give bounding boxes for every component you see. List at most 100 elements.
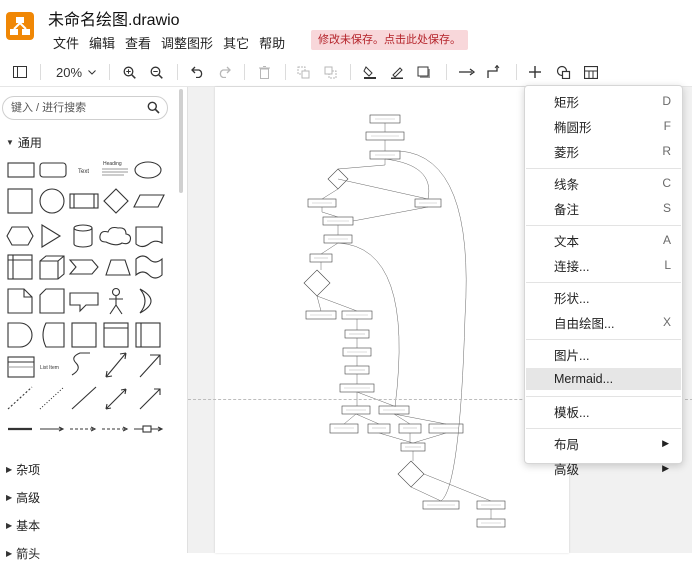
flow-node[interactable] (476, 500, 506, 510)
menu-item-椭圆形[interactable]: 椭圆形 F (526, 115, 681, 137)
shape-dotted-line[interactable] (39, 386, 65, 410)
fill-color-icon[interactable] (361, 58, 379, 86)
flow-node[interactable] (428, 423, 464, 434)
delete-icon[interactable] (255, 58, 273, 86)
unsaved-changes-button[interactable]: 修改未保存。点击此处保存。 (311, 30, 468, 50)
menu-item-连接[interactable]: 连接... L (526, 254, 681, 276)
flow-node[interactable] (341, 310, 373, 320)
shape-connector-with-label[interactable] (134, 425, 164, 433)
section-arrows[interactable]: ▶ 箭头 (6, 545, 40, 562)
flow-node[interactable] (341, 405, 371, 415)
zoom-dropdown[interactable]: 20% (52, 58, 100, 86)
flow-node[interactable] (398, 423, 422, 434)
shape-list[interactable] (7, 356, 35, 378)
menu-arrange[interactable]: 调整图形 (156, 31, 218, 54)
menu-edit[interactable]: 编辑 (84, 31, 120, 54)
shape-square-2[interactable] (71, 322, 97, 348)
to-back-icon[interactable] (321, 58, 339, 86)
flow-node[interactable] (342, 347, 372, 357)
shapes-icon[interactable] (554, 58, 572, 86)
section-advanced[interactable]: ▶ 高级 (6, 489, 40, 506)
shape-dashed-arrow[interactable] (70, 426, 97, 432)
menu-item-模板[interactable]: 模板... (526, 400, 681, 422)
flow-node[interactable] (378, 405, 410, 415)
shape-swimlane[interactable] (135, 322, 161, 348)
shape-step[interactable] (68, 259, 99, 275)
redo-icon[interactable] (215, 58, 233, 86)
menu-item-备注[interactable]: 备注 S (526, 197, 681, 219)
flow-node[interactable] (369, 150, 401, 160)
shape-bidirectional-arrow[interactable] (105, 352, 127, 378)
shape-ellipse[interactable] (134, 161, 162, 179)
flow-node[interactable] (329, 423, 359, 434)
shape-rounded-rectangle[interactable] (39, 162, 67, 178)
shape-square[interactable] (7, 188, 33, 214)
shape-callout[interactable] (69, 292, 99, 313)
menu-view[interactable]: 查看 (120, 31, 156, 54)
shape-internal-storage[interactable] (7, 254, 33, 280)
shape-process[interactable] (69, 193, 99, 209)
shape-delay[interactable] (7, 322, 33, 348)
menu-item-自由绘图[interactable]: 自由绘图... X (526, 311, 681, 333)
shape-document[interactable] (135, 226, 163, 248)
menu-file[interactable]: 文件 (48, 31, 84, 54)
diagram-page[interactable] (215, 87, 569, 553)
menu-item-菱形[interactable]: 菱形 R (526, 140, 681, 162)
shape-or[interactable] (139, 288, 152, 314)
menu-item-图片[interactable]: 图片... (526, 343, 681, 365)
shape-line[interactable] (71, 386, 97, 410)
shape-card[interactable] (39, 288, 65, 314)
shape-bidirectional-connector[interactable] (105, 388, 127, 410)
flow-node[interactable] (344, 365, 370, 375)
shape-dashed-line[interactable] (7, 386, 33, 410)
shape-circle[interactable] (39, 188, 65, 214)
shape-trapezoid[interactable] (105, 259, 131, 276)
shape-arrow-line[interactable] (40, 426, 65, 432)
shape-arrow[interactable] (139, 354, 161, 378)
insert-plus-icon[interactable] (527, 58, 543, 86)
shape-note[interactable] (7, 288, 33, 314)
zoom-in-icon[interactable] (120, 58, 138, 86)
flow-node[interactable] (414, 198, 442, 208)
to-front-icon[interactable] (294, 58, 312, 86)
flow-node[interactable] (339, 383, 375, 393)
shadow-icon[interactable] (415, 58, 433, 86)
shape-dashed-arrow-2[interactable] (102, 426, 129, 432)
flow-decision[interactable] (303, 269, 331, 297)
menu-item-mermaid[interactable]: Mermaid... (526, 368, 681, 390)
flow-node[interactable] (305, 310, 337, 320)
menu-item-高级[interactable]: 高级 ▶ (526, 457, 681, 479)
shape-cube[interactable] (39, 255, 65, 280)
shape-list-item[interactable]: List Item (40, 365, 59, 371)
table-icon[interactable] (582, 58, 600, 86)
flow-node[interactable] (309, 253, 333, 263)
flow-node[interactable] (344, 329, 370, 339)
menu-help[interactable]: 帮助 (254, 31, 290, 54)
shape-parallelogram[interactable] (133, 194, 165, 208)
shape-heading[interactable]: Heading (102, 161, 128, 176)
menu-item-线条[interactable]: 线条 C (526, 172, 681, 194)
flow-node[interactable] (422, 500, 460, 510)
section-basic[interactable]: ▶ 基本 (6, 517, 40, 534)
menu-item-文本[interactable]: 文本 A (526, 229, 681, 251)
search-box[interactable] (2, 96, 168, 120)
flow-node[interactable] (323, 234, 353, 244)
search-input[interactable] (11, 100, 141, 116)
shape-data-storage[interactable] (42, 322, 65, 348)
zoom-out-icon[interactable] (147, 58, 165, 86)
flow-node[interactable] (365, 131, 405, 141)
section-general[interactable]: ▼ 通用 (6, 134, 42, 151)
waypoint-elbow-icon[interactable] (486, 58, 504, 86)
flow-node[interactable] (322, 216, 354, 226)
flow-node[interactable] (400, 442, 426, 452)
shape-triangle[interactable] (41, 224, 62, 248)
flow-node[interactable] (369, 114, 401, 124)
shape-rectangle[interactable] (7, 162, 35, 178)
section-misc[interactable]: ▶ 杂项 (6, 461, 40, 478)
flow-node[interactable] (307, 198, 337, 208)
shape-hexagon[interactable] (6, 226, 34, 246)
search-icon[interactable] (147, 101, 160, 114)
drawio-logo[interactable] (6, 12, 34, 40)
shape-text[interactable]: Text (78, 169, 89, 175)
menu-extras[interactable]: 其它 (218, 31, 254, 54)
